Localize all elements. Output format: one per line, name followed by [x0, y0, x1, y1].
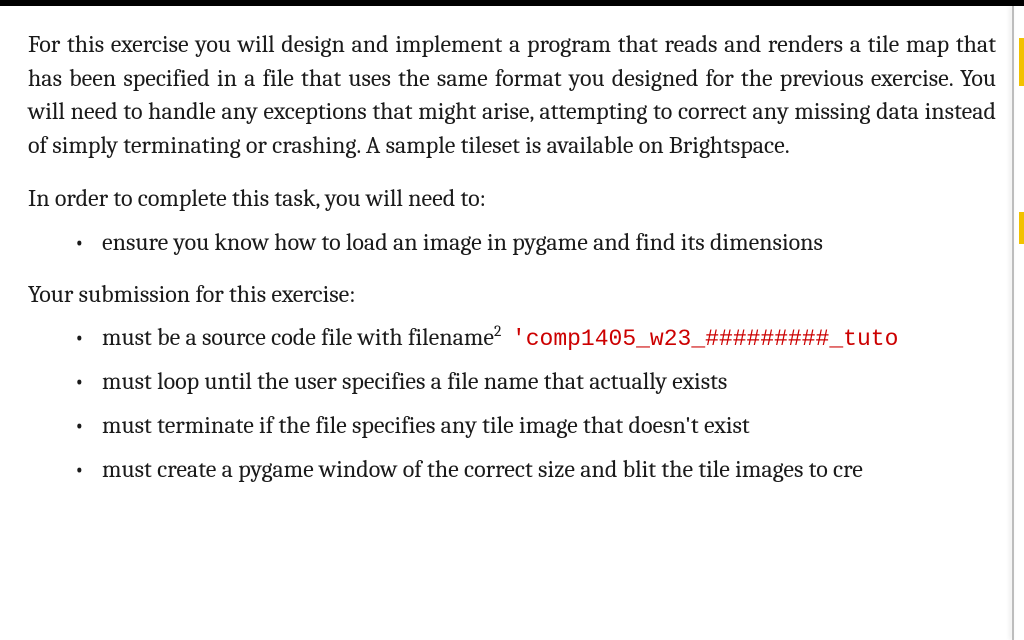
submission-item-text: must be a source code file with filename — [102, 323, 494, 351]
filename-code: 'comp1405_w23_#########_tuto — [512, 326, 898, 352]
submission-item: must be a source code file with filename… — [74, 321, 996, 355]
page-right-divider — [1012, 6, 1014, 640]
footnote-ref: 2 — [494, 322, 501, 340]
submission-item: must terminate if the file specifies any… — [74, 409, 996, 443]
intro-paragraph: For this exercise you will design and im… — [28, 28, 996, 162]
document-page: For this exercise you will design and im… — [0, 0, 1024, 640]
task-item-text: ensure you know how to load an image in … — [102, 228, 823, 256]
submission-list: must be a source code file with filename… — [28, 321, 996, 486]
task-lead: In order to complete this task, you will… — [28, 182, 996, 216]
task-item: ensure you know how to load an image in … — [74, 226, 996, 260]
submission-item: must loop until the user specifies a fil… — [74, 365, 996, 399]
submission-item: must create a pygame window of the corre… — [74, 453, 996, 487]
submission-item-text: must create a pygame window of the corre… — [102, 455, 863, 483]
submission-item-text: must loop until the user specifies a fil… — [102, 367, 727, 395]
document-content: For this exercise you will design and im… — [28, 0, 996, 486]
page-top-border — [0, 0, 1024, 6]
submission-item-text: must terminate if the file specifies any… — [102, 411, 750, 439]
submission-lead: Your submission for this exercise: — [28, 278, 996, 312]
task-list: ensure you know how to load an image in … — [28, 226, 996, 260]
scroll-mark-1 — [1019, 38, 1024, 86]
scroll-mark-2 — [1019, 212, 1024, 244]
